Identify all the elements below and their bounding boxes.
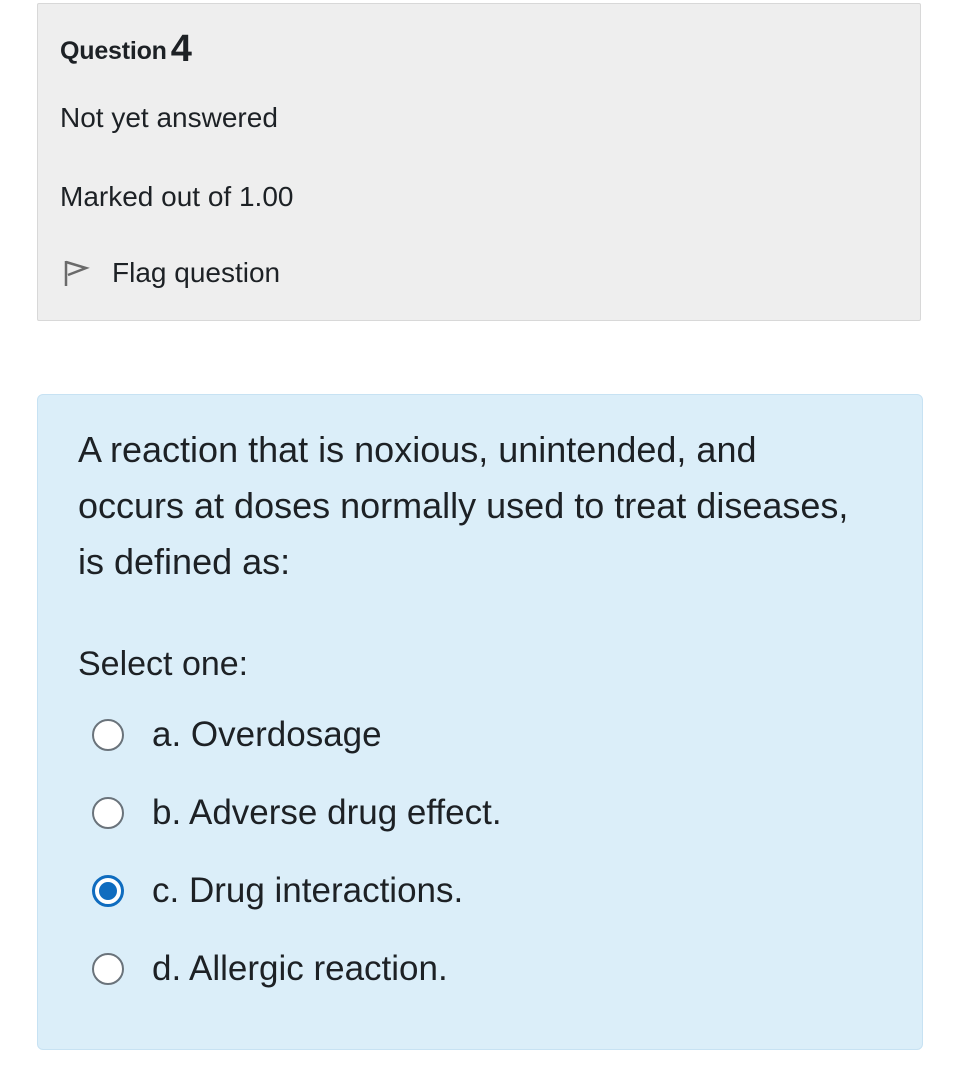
question-grade: Marked out of 1.00 (60, 181, 294, 212)
question-info-panel: Question 4 Not yet answered Marked out of… (37, 3, 921, 321)
question-label: Question (60, 37, 167, 65)
question-state: Not yet answered (60, 102, 278, 133)
radio-option-b[interactable] (92, 797, 124, 829)
radio-option-c[interactable] (92, 875, 124, 907)
flag-question-label: Flag question (112, 257, 281, 288)
answer-label-d: d. Allergic reaction. (152, 949, 448, 988)
question-text: A reaction that is noxious, unintended, … (78, 429, 849, 582)
answer-option-a[interactable]: a. Overdosage (92, 715, 382, 755)
question-number: 4 (170, 28, 192, 70)
flag-icon (62, 258, 90, 288)
flag-question-link[interactable]: Flag question (62, 257, 280, 289)
answer-label-b: b. Adverse drug effect. (152, 793, 502, 832)
answer-option-b[interactable]: b. Adverse drug effect. (92, 793, 502, 833)
radio-option-a[interactable] (92, 719, 124, 751)
select-one-prompt: Select one: (78, 645, 249, 683)
answer-label-a: a. Overdosage (152, 715, 382, 754)
answer-label-c: c. Drug interactions. (152, 871, 464, 910)
question-content-panel: A reaction that is noxious, unintended, … (37, 394, 923, 1050)
radio-option-d[interactable] (92, 953, 124, 985)
answer-option-c[interactable]: c. Drug interactions. (92, 871, 463, 911)
question-heading: Question 4 (60, 28, 192, 71)
answer-option-d[interactable]: d. Allergic reaction. (92, 949, 448, 989)
